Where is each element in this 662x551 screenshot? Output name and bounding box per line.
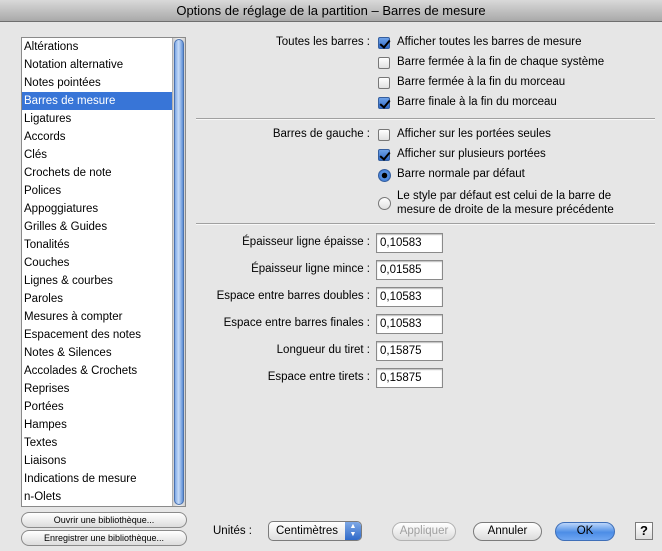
closed-bar-system-checkbox[interactable] <box>378 57 390 69</box>
previous-bar-style-line2: mesure de droite de la mesure précédente <box>397 204 614 216</box>
category-list[interactable]: Altérations Notation alternative Notes p… <box>21 37 186 507</box>
list-item[interactable]: Paroles <box>22 290 172 308</box>
dialog-body: Altérations Notation alternative Notes p… <box>0 22 662 551</box>
thin-line-label: Épaisseur ligne mince : <box>251 263 370 275</box>
previous-bar-style-radio[interactable] <box>378 197 391 210</box>
closed-bar-piece-label: Barre fermée à la fin du morceau <box>397 76 566 88</box>
list-scrollbar[interactable] <box>172 38 185 506</box>
thin-line-field[interactable]: 0,01585 <box>376 260 443 280</box>
dash-space-label: Espace entre tirets : <box>267 371 370 383</box>
section-divider <box>196 223 655 225</box>
closed-bar-piece-checkbox[interactable] <box>378 77 390 89</box>
closed-bar-system-label: Barre fermée à la fin de chaque système <box>397 56 605 68</box>
all-bars-label: Toutes les barres : <box>276 36 370 48</box>
updown-arrows-icon: ▲ ▼ <box>345 522 361 540</box>
list-item[interactable]: Hampes <box>22 416 172 434</box>
units-popup[interactable]: Centimètres ▲ ▼ <box>268 521 362 541</box>
final-bar-piece-label: Barre finale à la fin du morceau <box>397 96 557 108</box>
final-bar-space-label: Espace entre barres finales : <box>223 317 370 329</box>
ok-button[interactable]: OK <box>555 522 615 541</box>
list-item[interactable]: Polices <box>22 182 172 200</box>
help-button[interactable]: ? <box>635 522 653 540</box>
list-item-selected[interactable]: Barres de mesure <box>22 92 172 110</box>
multi-staff-label: Afficher sur plusieurs portées <box>397 148 546 160</box>
units-popup-value: Centimètres <box>276 525 338 537</box>
left-bars-label: Barres de gauche : <box>272 128 370 140</box>
double-bar-space-field[interactable]: 0,10583 <box>376 287 443 307</box>
units-label: Unités : <box>213 525 252 537</box>
section-divider <box>196 118 655 120</box>
open-library-button[interactable]: Ouvrir une bibliothèque... <box>21 512 187 528</box>
multi-staff-checkbox[interactable] <box>378 149 390 161</box>
list-item[interactable]: Notation alternative <box>22 56 172 74</box>
thick-line-field[interactable]: 0,10583 <box>376 233 443 253</box>
previous-bar-style-line1: Le style par défaut est celui de la barr… <box>397 190 612 202</box>
single-staff-label: Afficher sur les portées seules <box>397 128 551 140</box>
list-item[interactable]: Liaisons <box>22 452 172 470</box>
normal-bar-label: Barre normale par défaut <box>397 168 525 180</box>
save-library-button[interactable]: Enregistrer une bibliothèque... <box>21 530 187 546</box>
list-item[interactable]: Reprises <box>22 380 172 398</box>
list-item[interactable]: Ligatures <box>22 110 172 128</box>
window-title: Options de réglage de la partition – Bar… <box>0 0 662 22</box>
show-all-bars-checkbox[interactable] <box>378 37 390 49</box>
single-staff-checkbox[interactable] <box>378 129 390 141</box>
list-item[interactable]: Notes pointées <box>22 74 172 92</box>
category-list-items: Altérations Notation alternative Notes p… <box>22 38 172 506</box>
dash-space-field[interactable]: 0,15875 <box>376 368 443 388</box>
list-item[interactable]: Accolades & Crochets <box>22 362 172 380</box>
list-item[interactable]: Indications de mesure <box>22 470 172 488</box>
show-all-bars-label: Afficher toutes les barres de mesure <box>397 36 582 48</box>
list-item[interactable]: n-Olets <box>22 488 172 506</box>
list-item[interactable]: Espacement des notes <box>22 326 172 344</box>
list-item[interactable]: Clés <box>22 146 172 164</box>
list-item[interactable]: Mesures à compter <box>22 308 172 326</box>
list-item[interactable]: Textes <box>22 434 172 452</box>
list-item[interactable]: Tonalités <box>22 236 172 254</box>
final-bar-space-field[interactable]: 0,10583 <box>376 314 443 334</box>
thick-line-label: Épaisseur ligne épaisse : <box>242 236 370 248</box>
dash-length-field[interactable]: 0,15875 <box>376 341 443 361</box>
double-bar-space-label: Espace entre barres doubles : <box>216 290 370 302</box>
list-item[interactable]: Altérations <box>22 38 172 56</box>
list-item[interactable]: Accords <box>22 128 172 146</box>
apply-button[interactable]: Appliquer <box>392 522 456 541</box>
list-item[interactable]: Grilles & Guides <box>22 218 172 236</box>
list-item[interactable]: Crochets de note <box>22 164 172 182</box>
list-item[interactable]: Lignes & courbes <box>22 272 172 290</box>
normal-bar-radio[interactable] <box>378 169 391 182</box>
list-item[interactable]: Notes & Silences <box>22 344 172 362</box>
dash-length-label: Longueur du tiret : <box>276 344 370 356</box>
list-item[interactable]: Couches <box>22 254 172 272</box>
final-bar-piece-checkbox[interactable] <box>378 97 390 109</box>
scroll-thumb[interactable] <box>174 39 184 505</box>
list-item[interactable]: Portées <box>22 398 172 416</box>
list-item[interactable]: Appoggiatures <box>22 200 172 218</box>
cancel-button[interactable]: Annuler <box>473 522 542 541</box>
